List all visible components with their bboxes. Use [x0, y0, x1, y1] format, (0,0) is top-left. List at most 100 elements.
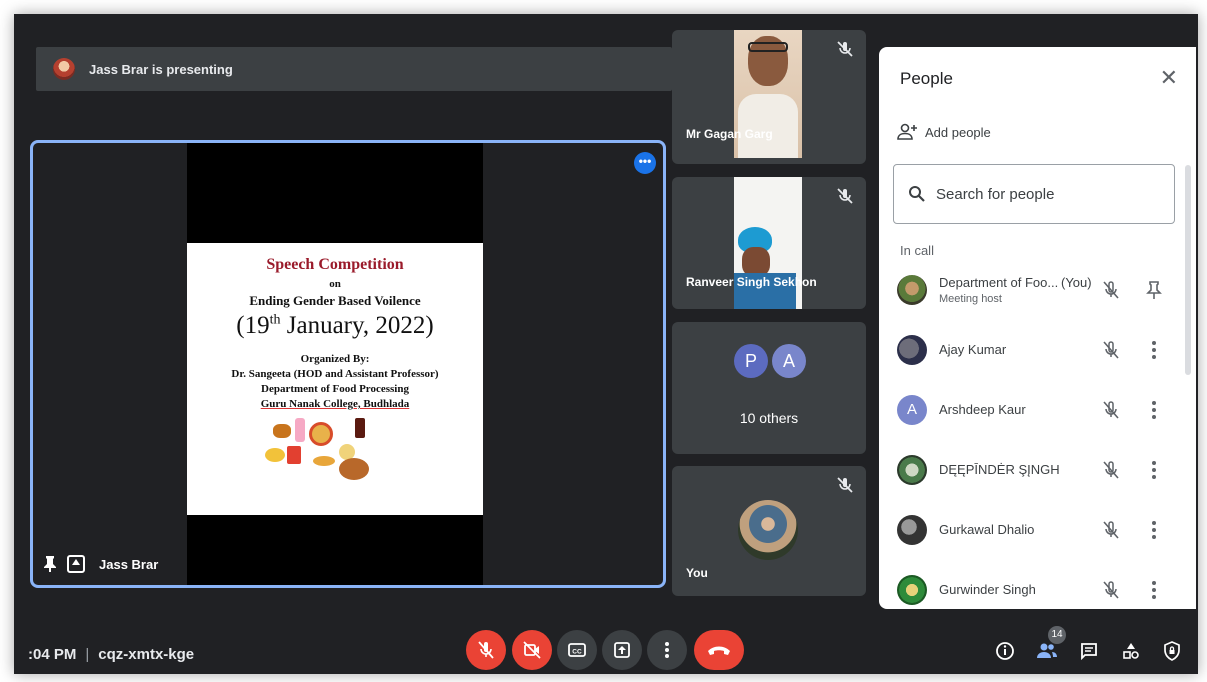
mic-off-icon	[837, 188, 853, 204]
mic-off-icon	[478, 641, 494, 659]
participant-tile-ranveer[interactable]: Ranveer Singh Sekhon	[672, 177, 866, 309]
add-person-icon	[897, 123, 917, 140]
participant-tile-gagan[interactable]: Mr Gagan Garg	[672, 30, 866, 164]
presentation-tile[interactable]: Speech Competition on Ending Gender Base…	[30, 140, 666, 588]
self-tile[interactable]: You	[672, 466, 866, 596]
presentation-icon	[67, 555, 85, 573]
mic-off-icon	[837, 41, 853, 57]
others-avatars: P A	[734, 344, 806, 378]
others-label: 10 others	[739, 410, 799, 426]
more-vert-icon[interactable]	[1149, 399, 1159, 421]
slide-on: on	[329, 278, 341, 290]
slide-organized-by: Organized By:	[300, 353, 370, 365]
participant-name: Gurwinder Singh	[939, 582, 1036, 597]
meeting-details-icon[interactable]	[994, 640, 1016, 662]
presenter-avatar	[53, 58, 75, 80]
mic-off-icon	[837, 477, 853, 493]
camera-toggle-button[interactable]	[512, 630, 552, 670]
meeting-info: :04 PM | cqz-xmtx-kge	[28, 646, 194, 663]
participant-name: Ajay Kumar	[939, 342, 1007, 357]
bottom-toolbar: :04 PM | cqz-xmtx-kge CC 14	[14, 616, 1198, 674]
presenting-banner: Jass Brar is presenting	[36, 47, 672, 91]
more-vert-icon	[665, 642, 669, 658]
close-icon[interactable]: ✕	[1160, 65, 1178, 91]
slide-date-sup: th	[269, 312, 281, 328]
search-icon	[909, 186, 925, 202]
meeting-separator: |	[85, 646, 90, 663]
mic-off-icon	[1103, 341, 1119, 359]
panel-title: People	[900, 69, 953, 88]
participant-row[interactable]: Department of Foo... Meeting host (You)	[879, 261, 1196, 321]
search-input[interactable]	[936, 185, 1156, 203]
more-options-icon[interactable]: •••	[634, 152, 656, 174]
activities-icon[interactable]	[1120, 640, 1142, 662]
participant-avatar	[897, 575, 927, 605]
captions-button[interactable]: CC	[557, 630, 597, 670]
participant-name: Gurkawal Dhalio	[939, 522, 1035, 537]
participant-role: Meeting host	[939, 293, 1002, 305]
panel-scrollbar[interactable]	[1185, 165, 1191, 375]
add-people-button[interactable]: Add people	[897, 123, 991, 141]
captions-icon: CC	[568, 643, 586, 657]
participant-row[interactable]: A Arshdeep Kaur	[879, 381, 1196, 441]
slide-date-day: (19	[236, 312, 270, 339]
meeting-code: cqz-xmtx-kge	[98, 646, 195, 663]
add-people-label: Add people	[925, 124, 991, 140]
people-panel: People ✕ Add people In call Department o…	[879, 47, 1196, 609]
mic-off-icon	[1103, 521, 1119, 539]
more-vert-icon[interactable]	[1149, 519, 1159, 541]
presenter-name: Jass Brar	[99, 556, 159, 572]
participant-row[interactable]: Ajay Kumar	[879, 321, 1196, 381]
more-vert-icon[interactable]	[1149, 339, 1159, 361]
slide: Speech Competition on Ending Gender Base…	[187, 243, 483, 515]
participant-row[interactable]: Gurwinder Singh	[879, 561, 1196, 609]
pin-icon[interactable]	[43, 556, 57, 572]
participant-avatar	[897, 455, 927, 485]
chat-icon[interactable]	[1078, 640, 1100, 662]
presenting-text: Jass Brar is presenting	[89, 61, 233, 77]
avatar-a: A	[772, 344, 806, 378]
slide-department: Department of Food Processing	[261, 383, 409, 395]
participant-row[interactable]: Gurkawal Dhalio	[879, 501, 1196, 561]
slide-college: Guru Nanak College, Budhlada	[260, 398, 410, 410]
in-call-label: In call	[900, 243, 934, 258]
presenter-footer: Jass Brar	[43, 555, 158, 573]
participant-name: DĘĘPĪNDĖR ŞĮNGH	[939, 462, 1060, 477]
participant-row[interactable]: DĘĘPĪNDĖR ŞĮNGH	[879, 441, 1196, 501]
food-clipart	[265, 418, 405, 482]
participant-name: Ranveer Singh Sekhon	[686, 275, 817, 289]
search-box[interactable]	[893, 164, 1175, 224]
participant-avatar: A	[897, 395, 927, 425]
meet-window: Jass Brar is presenting Speech Competiti…	[14, 14, 1198, 674]
present-icon	[614, 642, 630, 658]
you-tag: (You)	[1061, 275, 1092, 290]
others-tile[interactable]: P A 10 others	[672, 322, 866, 454]
participant-video	[734, 177, 802, 309]
participant-name: Arshdeep Kaur	[939, 402, 1026, 417]
slide-organizer: Dr. Sangeeta (HOD and Assistant Professo…	[231, 368, 439, 380]
more-vert-icon[interactable]	[1149, 579, 1159, 601]
slide-date: (19th January, 2022)	[187, 312, 483, 340]
mic-off-icon	[1103, 581, 1119, 599]
slide-title: Speech Competition	[266, 256, 404, 273]
participant-name: Mr Gagan Garg	[686, 127, 773, 141]
participant-avatar	[897, 275, 927, 305]
self-name: You	[686, 566, 708, 580]
participant-avatar	[897, 515, 927, 545]
slide-topic: Ending Gender Based Voilence	[249, 293, 421, 308]
camera-off-icon	[523, 641, 541, 659]
participant-avatar	[897, 335, 927, 365]
mic-off-icon	[1103, 461, 1119, 479]
mic-off-icon	[1103, 281, 1119, 299]
more-vert-icon[interactable]	[1149, 459, 1159, 481]
end-call-icon	[708, 646, 730, 655]
shared-screen: Speech Competition on Ending Gender Base…	[187, 143, 483, 585]
host-controls-icon[interactable]	[1161, 640, 1183, 662]
more-options-button[interactable]	[647, 630, 687, 670]
avatar-p: P	[734, 344, 768, 378]
mic-toggle-button[interactable]	[466, 630, 506, 670]
leave-call-button[interactable]	[694, 630, 744, 670]
meeting-time: :04 PM	[28, 646, 77, 663]
pin-icon[interactable]	[1145, 280, 1163, 300]
present-now-button[interactable]	[602, 630, 642, 670]
